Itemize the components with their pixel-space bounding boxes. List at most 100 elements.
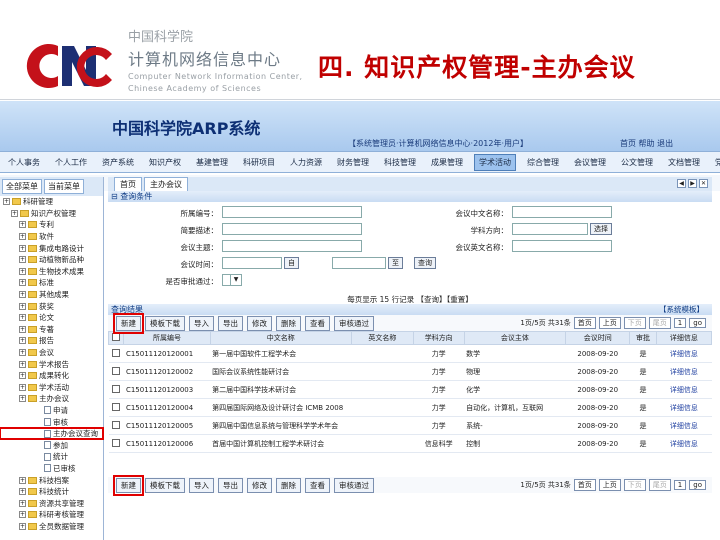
tree-item[interactable]: + 软件 bbox=[0, 231, 103, 243]
subject-select-button[interactable]: 选择 bbox=[590, 223, 612, 235]
toolbar-button[interactable]: 修改 bbox=[247, 477, 272, 493]
tree-item[interactable]: + 动植物新品种 bbox=[0, 254, 103, 266]
pager-go[interactable]: go bbox=[689, 318, 706, 328]
tab-hosted-meeting[interactable]: 主办会议 bbox=[144, 177, 188, 191]
toolbar-button[interactable]: 导出 bbox=[218, 315, 243, 331]
menu-item[interactable]: 会议管理 bbox=[570, 155, 610, 170]
tree-item[interactable]: 申请 bbox=[0, 405, 103, 417]
expand-toggle-icon[interactable]: + bbox=[19, 291, 26, 299]
row-checkbox-cell[interactable] bbox=[108, 380, 124, 399]
pager-next[interactable]: 下页 bbox=[623, 479, 646, 491]
template-link[interactable]: 【系统模板】 bbox=[659, 304, 704, 315]
tree-item[interactable]: + 主办会议 bbox=[0, 393, 103, 405]
tab-next-icon[interactable]: ▶ bbox=[688, 179, 697, 188]
expand-toggle-icon[interactable]: + bbox=[19, 360, 26, 368]
tree-item[interactable]: 已审核 bbox=[0, 463, 103, 475]
menu-item[interactable]: 科技管理 bbox=[380, 155, 420, 170]
expand-toggle-icon[interactable]: + bbox=[19, 522, 26, 530]
expand-toggle-icon[interactable]: + bbox=[19, 511, 26, 519]
table-cell[interactable]: 第四届中国信息系统与管理科学学术年会 bbox=[210, 416, 352, 435]
column-header[interactable]: 会议时间 bbox=[565, 331, 631, 345]
toolbar-button[interactable]: 删除 bbox=[276, 315, 301, 331]
menu-item[interactable]: 基建管理 bbox=[192, 155, 232, 170]
theme-input[interactable] bbox=[222, 240, 362, 252]
cn-name-input[interactable] bbox=[512, 206, 612, 218]
pager-prev[interactable]: 上页 bbox=[598, 479, 621, 491]
expand-toggle-icon[interactable]: + bbox=[19, 314, 26, 322]
tab-prev-icon[interactable]: ◀ bbox=[677, 179, 686, 188]
menu-item[interactable]: 文档管理 bbox=[664, 155, 704, 170]
time-from-button[interactable]: 自 bbox=[284, 257, 299, 269]
row-checkbox[interactable] bbox=[112, 420, 121, 429]
pager-page[interactable]: 1 bbox=[673, 318, 687, 328]
column-header[interactable]: 学科方向 bbox=[412, 331, 465, 345]
row-checkbox-cell[interactable] bbox=[108, 398, 124, 417]
table-cell[interactable]: 国际会议系统性能研讨会 bbox=[210, 362, 352, 381]
column-header[interactable]: 中文名称 bbox=[209, 331, 352, 345]
tree-item[interactable]: + 科技档案 bbox=[0, 474, 103, 486]
pager-go[interactable]: go bbox=[689, 480, 706, 490]
row-checkbox[interactable] bbox=[112, 402, 121, 411]
desc-input[interactable] bbox=[222, 223, 362, 235]
pager-first[interactable]: 首页 bbox=[573, 479, 596, 491]
tree-item[interactable]: + 资源共享管理 bbox=[0, 497, 103, 509]
tree-item[interactable]: + 生物技术成果 bbox=[0, 266, 103, 278]
row-checkbox[interactable] bbox=[112, 384, 121, 393]
expand-toggle-icon[interactable]: + bbox=[11, 209, 18, 217]
row-checkbox[interactable] bbox=[112, 438, 121, 447]
tree-item[interactable]: + 知识产权管理 bbox=[0, 208, 103, 220]
expand-toggle-icon[interactable]: + bbox=[19, 488, 26, 496]
menu-item[interactable]: 人力资源 bbox=[286, 155, 326, 170]
toolbar-button[interactable]: 导出 bbox=[218, 477, 243, 493]
tree-item[interactable]: + 专著 bbox=[0, 324, 103, 336]
menu-item[interactable]: 综合管理 bbox=[523, 155, 563, 170]
expand-toggle-icon[interactable]: + bbox=[19, 244, 26, 252]
table-cell[interactable]: 详细信息 bbox=[656, 362, 712, 381]
expand-toggle-icon[interactable]: + bbox=[19, 221, 26, 229]
menu-item[interactable]: 个人事务 bbox=[4, 155, 44, 170]
expand-toggle-icon[interactable]: + bbox=[19, 499, 26, 507]
menu-item[interactable]: 学术活动 bbox=[474, 153, 516, 171]
tree-item[interactable]: + 专利 bbox=[0, 219, 103, 231]
row-checkbox-cell[interactable] bbox=[108, 416, 124, 435]
table-cell[interactable]: 第一届中国软件工程学术会 bbox=[210, 344, 352, 363]
row-checkbox-cell[interactable] bbox=[108, 434, 124, 453]
tree-item[interactable]: + 科技统计 bbox=[0, 486, 103, 498]
table-row[interactable]: C15011120120001 第一届中国软件工程学术会 力学 数学 2008-09-2… bbox=[108, 344, 712, 363]
time-start-input[interactable] bbox=[222, 257, 282, 269]
tree-item[interactable]: + 论文 bbox=[0, 312, 103, 324]
column-header[interactable]: 审批 bbox=[629, 331, 657, 345]
toolbar-button[interactable]: 模板下载 bbox=[145, 477, 185, 493]
toolbar-button[interactable]: 查看 bbox=[305, 477, 330, 493]
tab-home[interactable]: 首页 bbox=[114, 177, 142, 191]
tree-item[interactable]: + 标准 bbox=[0, 277, 103, 289]
tree-item[interactable]: 主办会议查询 bbox=[0, 426, 104, 441]
table-row[interactable]: C15011120120005 第四届中国信息系统与管理科学学术年会 力学 系统- 20… bbox=[108, 416, 712, 435]
menu-item[interactable]: 知识产权 bbox=[145, 155, 185, 170]
tree-item[interactable]: + 学术活动 bbox=[0, 382, 103, 394]
expand-toggle-icon[interactable]: + bbox=[19, 476, 26, 484]
table-row[interactable]: C15011120120004 第四届国际网络及设计研讨会 ICMB 2008 力学… bbox=[108, 398, 712, 417]
toolbar-button[interactable]: 修改 bbox=[247, 315, 272, 331]
expand-toggle-icon[interactable]: + bbox=[19, 325, 26, 333]
column-header[interactable]: 会议主体 bbox=[463, 331, 567, 345]
toolbar-button[interactable]: 查看 bbox=[305, 315, 330, 331]
tree-item[interactable]: + 其他成果 bbox=[0, 289, 103, 301]
tree-item[interactable]: + 获奖 bbox=[0, 300, 103, 312]
menu-item[interactable]: 党务管理 bbox=[711, 155, 720, 170]
pager-last[interactable]: 尾页 bbox=[648, 479, 671, 491]
tree-item[interactable]: + 学术报告 bbox=[0, 358, 103, 370]
tree-item[interactable]: + 成果转化 bbox=[0, 370, 103, 382]
expand-toggle-icon[interactable]: + bbox=[19, 383, 26, 391]
table-cell[interactable]: 详细信息 bbox=[656, 380, 712, 399]
table-cell[interactable]: 详细信息 bbox=[656, 434, 712, 453]
sidebar-tab-current[interactable]: 当前菜单 bbox=[44, 179, 84, 194]
menu-item[interactable]: 资产系统 bbox=[98, 155, 138, 170]
menu-item[interactable]: 财务管理 bbox=[333, 155, 373, 170]
pager-next[interactable]: 下页 bbox=[623, 317, 646, 329]
tree-item[interactable]: 参加 bbox=[0, 439, 103, 451]
tree-item[interactable]: 统计 bbox=[0, 451, 103, 463]
tree-item[interactable]: + 全员数据管理 bbox=[0, 521, 103, 533]
row-checkbox[interactable] bbox=[112, 366, 121, 375]
tree-item[interactable]: + 科研管理 bbox=[0, 196, 103, 208]
